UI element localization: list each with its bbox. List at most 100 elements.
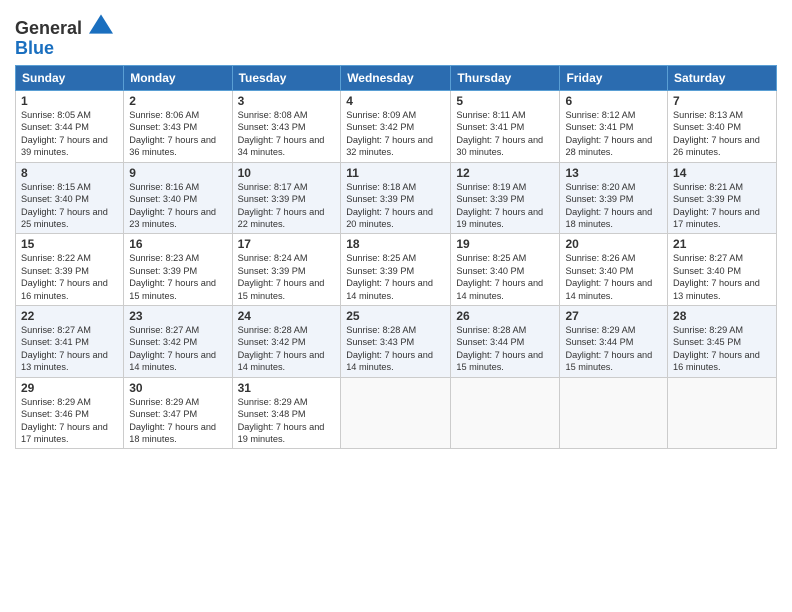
calendar-cell: 29 Sunrise: 8:29 AMSunset: 3:46 PMDayligh… (16, 377, 124, 449)
day-number: 25 (346, 309, 445, 323)
cell-info: Sunrise: 8:06 AMSunset: 3:43 PMDaylight:… (129, 110, 216, 157)
day-number: 30 (129, 381, 226, 395)
calendar-cell: 21Sunrise: 8:27 AMSunset: 3:40 PMDayligh… (668, 234, 777, 306)
day-header-saturday: Saturday (668, 66, 777, 91)
day-number: 17 (238, 237, 336, 251)
cell-info: Sunrise: 8:28 AMSunset: 3:43 PMDaylight:… (346, 325, 433, 372)
day-number: 6 (565, 94, 662, 108)
cell-info: Sunrise: 8:21 AMSunset: 3:39 PMDaylight:… (673, 182, 760, 229)
calendar-cell: 1 Sunrise: 8:05 AMSunset: 3:44 PMDaylight… (16, 91, 124, 163)
day-number: 14 (673, 166, 771, 180)
cell-info: Sunrise: 8:29 AMSunset: 3:48 PMDaylight:… (238, 397, 325, 444)
day-header-sunday: Sunday (16, 66, 124, 91)
calendar-cell: 19 Sunrise: 8:25 AMSunset: 3:40 PMDayligh… (451, 234, 560, 306)
cell-info: Sunrise: 8:26 AMSunset: 3:40 PMDaylight:… (565, 253, 652, 300)
day-number: 19 (456, 237, 554, 251)
calendar-week-row: 8 Sunrise: 8:15 AMSunset: 3:40 PMDaylight… (16, 162, 777, 234)
cell-info: Sunrise: 8:29 AMSunset: 3:44 PMDaylight:… (565, 325, 652, 372)
calendar-cell (668, 377, 777, 449)
day-number: 22 (21, 309, 118, 323)
calendar-cell: 27 Sunrise: 8:29 AMSunset: 3:44 PMDayligh… (560, 306, 668, 378)
calendar-cell: 31 Sunrise: 8:29 AMSunset: 3:48 PMDayligh… (232, 377, 341, 449)
day-number: 9 (129, 166, 226, 180)
cell-info: Sunrise: 8:23 AMSunset: 3:39 PMDaylight:… (129, 253, 216, 300)
day-number: 29 (21, 381, 118, 395)
calendar-cell: 23Sunrise: 8:27 AMSunset: 3:42 PMDayligh… (124, 306, 232, 378)
calendar-week-row: 1 Sunrise: 8:05 AMSunset: 3:44 PMDaylight… (16, 91, 777, 163)
cell-info: Sunrise: 8:09 AMSunset: 3:42 PMDaylight:… (346, 110, 433, 157)
day-number: 1 (21, 94, 118, 108)
cell-info: Sunrise: 8:28 AMSunset: 3:44 PMDaylight:… (456, 325, 543, 372)
calendar-cell: 22 Sunrise: 8:27 AMSunset: 3:41 PMDayligh… (16, 306, 124, 378)
day-number: 20 (565, 237, 662, 251)
day-number: 10 (238, 166, 336, 180)
calendar-cell: 3Sunrise: 8:08 AMSunset: 3:43 PMDaylight… (232, 91, 341, 163)
calendar-cell: 4 Sunrise: 8:09 AMSunset: 3:42 PMDaylight… (341, 91, 451, 163)
day-number: 28 (673, 309, 771, 323)
day-header-monday: Monday (124, 66, 232, 91)
day-number: 26 (456, 309, 554, 323)
calendar-cell: 28 Sunrise: 8:29 AMSunset: 3:45 PMDayligh… (668, 306, 777, 378)
cell-info: Sunrise: 8:29 AMSunset: 3:46 PMDaylight:… (21, 397, 108, 444)
calendar-cell: 6 Sunrise: 8:12 AMSunset: 3:41 PMDaylight… (560, 91, 668, 163)
calendar-cell: 8 Sunrise: 8:15 AMSunset: 3:40 PMDaylight… (16, 162, 124, 234)
day-number: 21 (673, 237, 771, 251)
day-header-tuesday: Tuesday (232, 66, 341, 91)
cell-info: Sunrise: 8:27 AMSunset: 3:41 PMDaylight:… (21, 325, 108, 372)
cell-info: Sunrise: 8:05 AMSunset: 3:44 PMDaylight:… (21, 110, 108, 157)
day-number: 7 (673, 94, 771, 108)
cell-info: Sunrise: 8:27 AMSunset: 3:42 PMDaylight:… (129, 325, 216, 372)
day-number: 2 (129, 94, 226, 108)
day-number: 16 (129, 237, 226, 251)
cell-info: Sunrise: 8:17 AMSunset: 3:39 PMDaylight:… (238, 182, 325, 229)
calendar-cell: 11 Sunrise: 8:18 AMSunset: 3:39 PMDayligh… (341, 162, 451, 234)
calendar-cell: 10 Sunrise: 8:17 AMSunset: 3:39 PMDayligh… (232, 162, 341, 234)
day-number: 27 (565, 309, 662, 323)
cell-info: Sunrise: 8:15 AMSunset: 3:40 PMDaylight:… (21, 182, 108, 229)
day-number: 11 (346, 166, 445, 180)
calendar-cell: 12 Sunrise: 8:19 AMSunset: 3:39 PMDayligh… (451, 162, 560, 234)
calendar-cell (341, 377, 451, 449)
calendar-cell: 26 Sunrise: 8:28 AMSunset: 3:44 PMDayligh… (451, 306, 560, 378)
cell-info: Sunrise: 8:22 AMSunset: 3:39 PMDaylight:… (21, 253, 108, 300)
calendar-cell: 24 Sunrise: 8:28 AMSunset: 3:42 PMDayligh… (232, 306, 341, 378)
calendar-table: SundayMondayTuesdayWednesdayThursdayFrid… (15, 65, 777, 449)
cell-info: Sunrise: 8:25 AMSunset: 3:40 PMDaylight:… (456, 253, 543, 300)
calendar-cell: 17 Sunrise: 8:24 AMSunset: 3:39 PMDayligh… (232, 234, 341, 306)
cell-info: Sunrise: 8:29 AMSunset: 3:45 PMDaylight:… (673, 325, 760, 372)
calendar-cell: 7 Sunrise: 8:13 AMSunset: 3:40 PMDaylight… (668, 91, 777, 163)
calendar-cell: 5 Sunrise: 8:11 AMSunset: 3:41 PMDaylight… (451, 91, 560, 163)
day-number: 31 (238, 381, 336, 395)
cell-info: Sunrise: 8:08 AMSunset: 3:43 PMDaylight:… (238, 110, 325, 157)
cell-info: Sunrise: 8:28 AMSunset: 3:42 PMDaylight:… (238, 325, 325, 372)
calendar-cell: 9Sunrise: 8:16 AMSunset: 3:40 PMDaylight… (124, 162, 232, 234)
calendar-cell: 25 Sunrise: 8:28 AMSunset: 3:43 PMDayligh… (341, 306, 451, 378)
logo-general-text: General (15, 18, 82, 38)
logo-icon (89, 14, 113, 34)
cell-info: Sunrise: 8:11 AMSunset: 3:41 PMDaylight:… (456, 110, 543, 157)
day-header-thursday: Thursday (451, 66, 560, 91)
calendar-cell: 13Sunrise: 8:20 AMSunset: 3:39 PMDayligh… (560, 162, 668, 234)
day-number: 18 (346, 237, 445, 251)
day-number: 24 (238, 309, 336, 323)
cell-info: Sunrise: 8:24 AMSunset: 3:39 PMDaylight:… (238, 253, 325, 300)
cell-info: Sunrise: 8:13 AMSunset: 3:40 PMDaylight:… (673, 110, 760, 157)
day-number: 5 (456, 94, 554, 108)
day-header-wednesday: Wednesday (341, 66, 451, 91)
cell-info: Sunrise: 8:19 AMSunset: 3:39 PMDaylight:… (456, 182, 543, 229)
calendar-cell: 15Sunrise: 8:22 AMSunset: 3:39 PMDayligh… (16, 234, 124, 306)
calendar-header-row: SundayMondayTuesdayWednesdayThursdayFrid… (16, 66, 777, 91)
cell-info: Sunrise: 8:18 AMSunset: 3:39 PMDaylight:… (346, 182, 433, 229)
calendar-cell: 18Sunrise: 8:25 AMSunset: 3:39 PMDayligh… (341, 234, 451, 306)
cell-info: Sunrise: 8:12 AMSunset: 3:41 PMDaylight:… (565, 110, 652, 157)
day-number: 8 (21, 166, 118, 180)
calendar-cell (560, 377, 668, 449)
calendar-container: General Blue SundayMondayTuesdayWednesda… (0, 0, 792, 459)
day-number: 4 (346, 94, 445, 108)
calendar-cell: 14 Sunrise: 8:21 AMSunset: 3:39 PMDayligh… (668, 162, 777, 234)
header-row: General Blue (15, 10, 777, 59)
calendar-week-row: 22 Sunrise: 8:27 AMSunset: 3:41 PMDayligh… (16, 306, 777, 378)
calendar-cell: 20 Sunrise: 8:26 AMSunset: 3:40 PMDayligh… (560, 234, 668, 306)
day-number: 13 (565, 166, 662, 180)
day-number: 12 (456, 166, 554, 180)
